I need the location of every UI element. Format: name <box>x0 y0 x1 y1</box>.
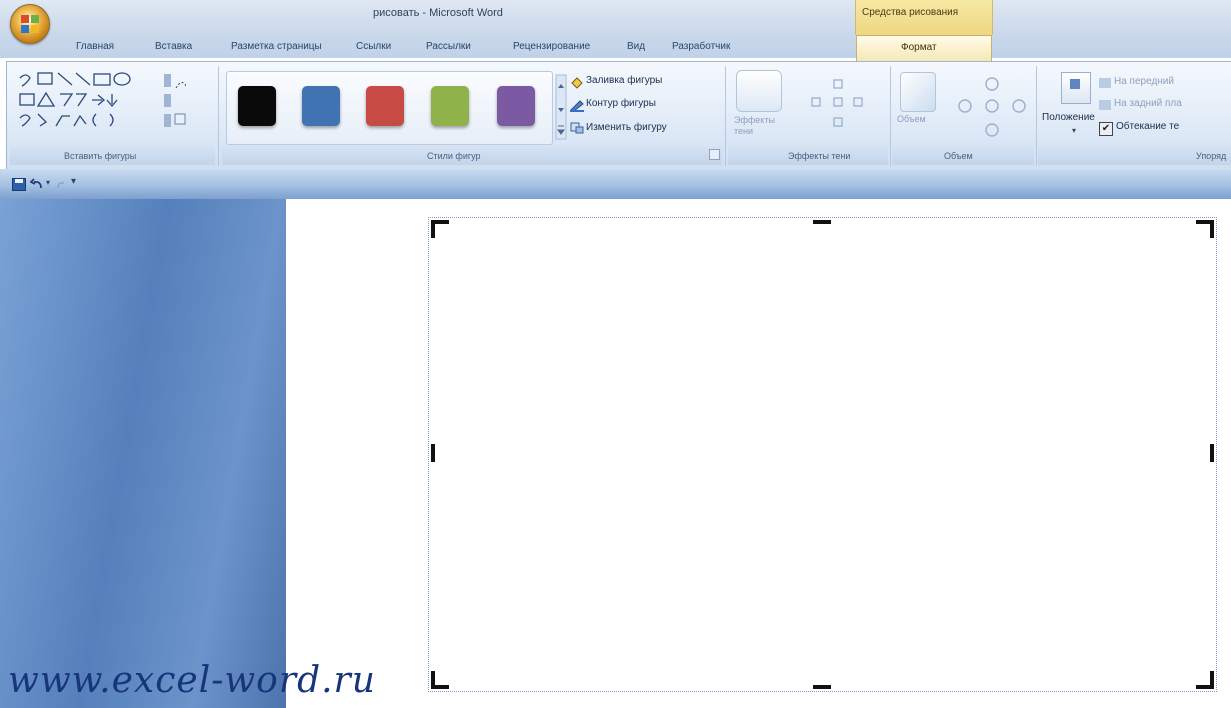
window-title: рисовать - Microsoft Word <box>373 7 503 19</box>
customize-qat-icon[interactable]: ▾ <box>71 176 76 187</box>
group-divider <box>725 66 726 166</box>
shapes-gallery[interactable] <box>16 70 186 138</box>
send-back-icon <box>1099 100 1111 110</box>
shadow-effects-group-label: Эффекты тени <box>788 151 851 161</box>
watermark: www.excel-word.ru <box>8 660 376 701</box>
bring-front-button[interactable]: На передний <box>1114 76 1174 87</box>
shape-outline-button[interactable]: Контур фигуры <box>586 98 656 109</box>
position-icon <box>1061 72 1091 104</box>
style-swatch-purple[interactable] <box>497 86 535 126</box>
position-button[interactable]: Положение <box>1042 112 1095 123</box>
resize-handle-bottom-left-vertical[interactable] <box>431 671 435 689</box>
style-swatch-blue[interactable] <box>302 86 340 126</box>
tab-format[interactable]: Формат <box>856 35 992 62</box>
group-divider <box>1036 66 1037 166</box>
tab-format-label: Формат <box>901 42 937 53</box>
document-left-margin <box>0 199 286 708</box>
style-swatch-red[interactable] <box>366 86 404 126</box>
gallery-scroll-arrows-icon[interactable] <box>555 74 567 140</box>
style-swatch-green[interactable] <box>431 86 469 126</box>
volume-group-label: Объем <box>944 151 973 161</box>
paint-bucket-icon <box>570 76 584 89</box>
text-wrap-icon: ✔ <box>1099 122 1113 136</box>
shape-fill-button[interactable]: Заливка фигуры <box>586 75 662 86</box>
group-divider <box>890 66 891 166</box>
resize-handle-top-left-vertical[interactable] <box>431 220 435 238</box>
shape-styles-group-label: Стили фигур <box>427 151 481 161</box>
tab-insert[interactable]: Вставка <box>155 41 192 52</box>
resize-handle-bottom-right-vertical[interactable] <box>1210 671 1214 689</box>
quick-access-toolbar <box>0 169 1231 199</box>
resize-handle-right[interactable] <box>1210 444 1214 462</box>
tab-references[interactable]: Ссылки <box>356 41 391 52</box>
position-icon-square <box>1070 79 1080 89</box>
drawing-canvas[interactable] <box>428 217 1217 692</box>
group-divider <box>218 66 219 166</box>
volume-3d-icon <box>900 72 936 112</box>
change-shape-button[interactable]: Изменить фигуру <box>586 122 667 133</box>
style-swatch-black[interactable] <box>238 86 276 126</box>
tab-home[interactable]: Главная <box>76 41 114 52</box>
pen-outline-icon <box>570 99 584 112</box>
bring-front-icon <box>1099 78 1111 88</box>
send-back-button[interactable]: На задний пла <box>1114 98 1182 109</box>
tab-developer[interactable]: Разработчик <box>672 41 730 52</box>
volume-tilt-icons[interactable] <box>955 74 1029 144</box>
resize-handle-bottom[interactable] <box>813 685 831 689</box>
volume-button[interactable]: Объем <box>897 114 926 124</box>
undo-dropdown-icon[interactable]: ▾ <box>46 178 50 187</box>
shadow-effects-button[interactable]: Эффекты тени <box>734 115 784 137</box>
office-logo-icon <box>21 15 39 33</box>
context-tool-title: Средства рисования <box>855 0 993 35</box>
title-bar <box>0 0 1231 35</box>
undo-icon[interactable] <box>30 178 44 190</box>
tab-review[interactable]: Рецензирование <box>513 41 590 52</box>
resize-handle-top[interactable] <box>813 220 831 224</box>
redo-icon[interactable] <box>55 179 67 190</box>
tab-page-layout[interactable]: Разметка страницы <box>231 41 322 52</box>
dialog-launcher-icon[interactable] <box>709 149 720 160</box>
tab-view[interactable]: Вид <box>627 41 645 52</box>
position-dropdown-arrow-icon[interactable]: ▾ <box>1072 126 1076 135</box>
insert-shapes-group-label: Вставить фигуры <box>64 151 137 161</box>
tab-mailings[interactable]: Рассылки <box>426 41 471 52</box>
save-icon[interactable] <box>12 178 26 191</box>
change-shape-icon <box>570 121 584 134</box>
arrange-group-label: Упоряд <box>1196 151 1227 161</box>
office-button[interactable] <box>10 4 50 44</box>
context-tool-title-label: Средства рисования <box>862 7 959 18</box>
text-wrap-button[interactable]: Обтекание те <box>1116 121 1179 132</box>
shadow-nudge-icons[interactable] <box>808 76 868 132</box>
shadow-effects-icon <box>736 70 782 112</box>
resize-handle-left[interactable] <box>431 444 435 462</box>
resize-handle-top-right-vertical[interactable] <box>1210 220 1214 238</box>
